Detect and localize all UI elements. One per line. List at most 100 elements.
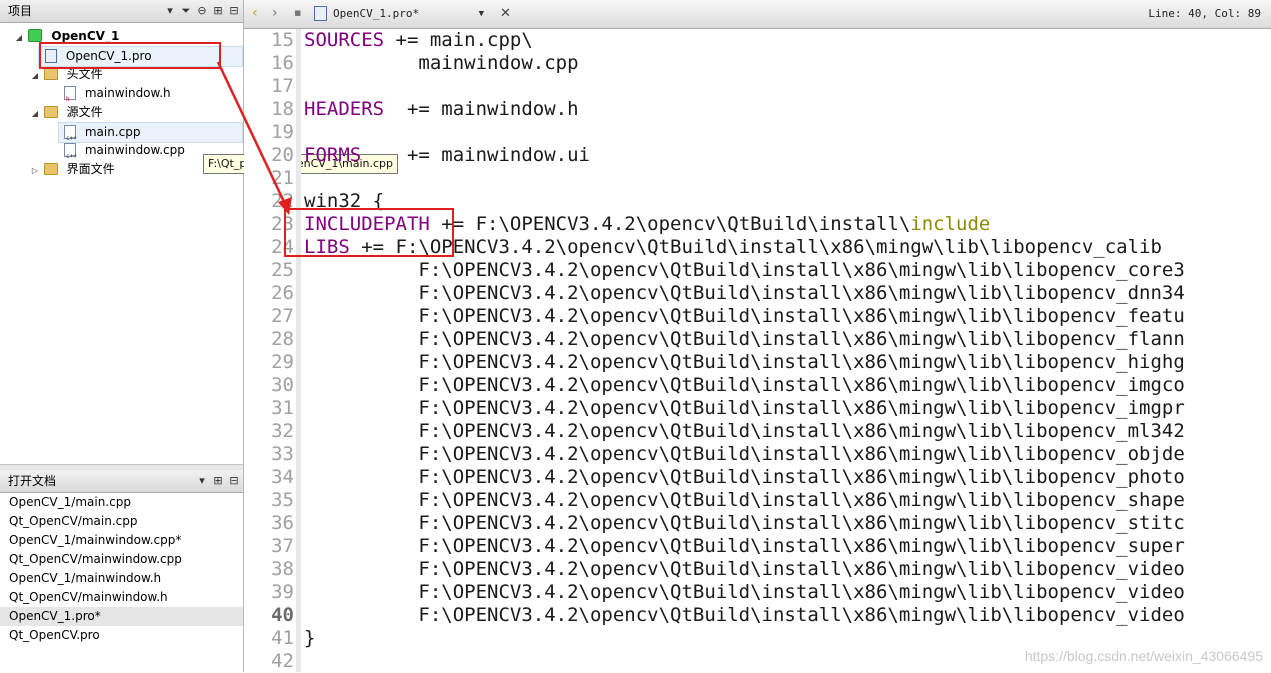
close-panel-icon[interactable]: ⊟ xyxy=(229,470,239,492)
open-docs-title: 打开文档 xyxy=(8,474,57,488)
fold-margin[interactable] xyxy=(296,29,301,672)
code-line: F:\OPENCV3.4.2\opencv\QtBuild\install\x8… xyxy=(304,604,1185,627)
line-number: 41 xyxy=(271,627,294,649)
code-line: F:\OPENCV3.4.2\opencv\QtBuild\install\x8… xyxy=(304,397,1185,420)
open-documents-list: OpenCV_1/main.cpp Qt_OpenCV/main.cpp OpenC… xyxy=(0,493,243,645)
open-document-item[interactable]: Qt_OpenCV/mainwindow.cpp xyxy=(0,550,243,569)
tree-item-label: main.cpp xyxy=(84,125,141,139)
file-selector[interactable]: OpenCV_1.pro* ▼ xyxy=(314,4,494,24)
line-number-gutter: 15 16 17 18 19 20 21 22 23 24 25 26 27 28 29 30 31 32 33 34… xyxy=(244,29,296,672)
project-tree: ◢ OpenCV_1 OpenCV_1.pro ◢ 头文件 h mainwind… xyxy=(0,23,243,463)
code-text: F:\OPENCV3.4.2\opencv\QtBuild\install\x8… xyxy=(304,512,1185,534)
cpp-file-icon: c++ xyxy=(64,124,77,142)
editor-toolbar: ‹ › ▪ OpenCV_1.pro* ▼ ✕ Line: 40, Col: 8… xyxy=(244,0,1271,29)
code-text: } xyxy=(304,627,316,649)
folder-icon xyxy=(43,162,58,175)
code-text: += main.cpp\ xyxy=(384,29,533,51)
open-docs-tools: ▾ ⊞ ⊟ xyxy=(197,470,239,492)
code-keyword: FORMS xyxy=(304,144,362,166)
line-number: 38 xyxy=(271,558,294,580)
project-panel-header: 项目 ▾ ⏷ ⊖ ⊞ ⊟ xyxy=(0,0,243,23)
open-document-item[interactable]: OpenCV_1.pro* xyxy=(0,607,243,626)
code-line: FORMS += mainwindow.ui xyxy=(304,144,590,167)
code-line: F:\OPENCV3.4.2\opencv\QtBuild\install\x8… xyxy=(304,305,1184,328)
code-line: F:\OPENCV3.4.2\opencv\QtBuild\install\x8… xyxy=(304,512,1185,535)
line-number: 29 xyxy=(271,351,294,373)
panel-dropdown-icon[interactable]: ▾ xyxy=(165,0,175,22)
close-panel-icon[interactable]: ⊟ xyxy=(229,0,239,22)
link-icon[interactable]: ⊖ xyxy=(197,0,207,22)
code-line: F:\OPENCV3.4.2\opencv\QtBuild\install\x8… xyxy=(304,489,1184,512)
tree-item-main-cpp[interactable]: c++ main.cpp xyxy=(58,122,243,143)
back-arrow-icon[interactable]: ‹ xyxy=(252,4,258,22)
code-text: F:\OPENCV3.4.2\opencv\QtBuild\install\x8… xyxy=(304,259,1185,281)
code-line: F:\OPENCV3.4.2\opencv\QtBuild\install\x8… xyxy=(304,282,1185,305)
code-keyword: HEADERS xyxy=(304,98,385,120)
tree-item-label: mainwindow.cpp xyxy=(84,143,185,157)
split-icon[interactable]: ⊞ xyxy=(213,470,223,492)
code-text: += mainwindow.h xyxy=(384,98,579,120)
tree-item-sources-folder[interactable]: ◢ 源文件 xyxy=(30,103,103,122)
code-builtin: include xyxy=(910,213,991,235)
open-document-item[interactable]: Qt_OpenCV/mainwindow.h xyxy=(0,588,243,607)
code-text: F:\OPENCV3.4.2\opencv\QtBuild\install\x8… xyxy=(304,328,1185,350)
code-line: F:\OPENCV3.4.2\opencv\QtBuild\install\x8… xyxy=(304,535,1184,558)
code-text: F:\OPENCV3.4.2\opencv\QtBuild\install\x8… xyxy=(304,351,1185,373)
code-line: F:\OPENCV3.4.2\opencv\QtBuild\install\x8… xyxy=(304,581,1184,604)
line-number: 20 xyxy=(271,144,294,166)
line-number: 26 xyxy=(271,282,294,304)
code-text: F:\OPENCV3.4.2\opencv\QtBuild\install\x8… xyxy=(304,282,1185,304)
tree-item-label: OpenCV_1 xyxy=(51,29,120,43)
line-number: 39 xyxy=(271,581,294,603)
code-line: F:\OPENCV3.4.2\opencv\QtBuild\install\x8… xyxy=(304,443,1184,466)
code-editor[interactable]: SOURCES += main.cpp\ mainwindow.cpp HEADE… xyxy=(304,29,1271,672)
header-file-icon: h xyxy=(64,85,76,103)
line-number: 30 xyxy=(271,374,294,396)
open-document-item[interactable]: Qt_OpenCV.pro xyxy=(0,626,243,645)
line-number: 16 xyxy=(271,52,294,74)
line-number: 34 xyxy=(271,466,294,488)
code-text: F:\OPENCV3.4.2\opencv\QtBuild\install\x8… xyxy=(304,397,1185,419)
code-text: F:\OPENCV3.4.2\opencv\QtBuild\install\x8… xyxy=(304,604,1185,626)
lock-icon: ▪ xyxy=(294,6,302,19)
line-number: 40 xyxy=(271,604,294,626)
collapse-arrow-icon[interactable]: ▷ xyxy=(30,161,40,180)
open-document-item[interactable]: Qt_OpenCV/main.cpp xyxy=(0,512,243,531)
file-tab-label: OpenCV_1.pro* xyxy=(333,7,420,20)
folder-icon xyxy=(43,67,58,80)
line-number: 31 xyxy=(271,397,294,419)
annotation-box-includepath xyxy=(284,208,454,257)
close-icon[interactable]: ✕ xyxy=(500,6,511,21)
line-number: 33 xyxy=(271,443,294,465)
tree-item-label: 头文件 xyxy=(66,67,103,81)
line-number: 18 xyxy=(271,98,294,120)
cpp-file-icon: c++ xyxy=(64,142,77,160)
expand-arrow-icon[interactable]: ◢ xyxy=(30,104,40,123)
folder-icon xyxy=(43,105,58,118)
line-number: 35 xyxy=(271,489,294,511)
code-line: F:\OPENCV3.4.2\opencv\QtBuild\install\x8… xyxy=(304,466,1184,489)
open-document-item[interactable]: OpenCV_1/mainwindow.cpp* xyxy=(0,531,243,550)
tree-item-mainwindow-h[interactable]: h mainwindow.h xyxy=(64,84,171,103)
code-text: F:\OPENCV3.4.2\opencv\QtBuild\install\x8… xyxy=(304,558,1185,580)
line-number: 42 xyxy=(271,650,294,672)
left-sidebar: 项目 ▾ ⏷ ⊖ ⊞ ⊟ ◢ OpenCV_1 OpenCV_1.pro ◢ 头… xyxy=(0,0,244,672)
line-number: 36 xyxy=(271,512,294,534)
open-document-item[interactable]: OpenCV_1/mainwindow.h xyxy=(0,569,243,588)
forward-arrow-icon[interactable]: › xyxy=(272,4,278,22)
open-document-item[interactable]: OpenCV_1/main.cpp xyxy=(0,493,243,512)
chevron-down-icon[interactable]: ▼ xyxy=(479,4,484,24)
code-line: HEADERS += mainwindow.h xyxy=(304,98,579,121)
tree-item-forms-folder[interactable]: ▷ 界面文件 xyxy=(30,160,115,179)
filter-icon[interactable]: ⏷ xyxy=(181,0,191,22)
line-number: 15 xyxy=(271,29,294,51)
tree-item-mainwindow-cpp[interactable]: c++ mainwindow.cpp xyxy=(64,141,185,160)
tree-item-label: mainwindow.h xyxy=(84,86,171,100)
panel-dropdown-icon[interactable]: ▾ xyxy=(197,470,207,492)
line-number: 25 xyxy=(271,259,294,281)
split-icon[interactable]: ⊞ xyxy=(213,0,223,22)
code-text: mainwindow.cpp xyxy=(304,52,579,74)
expand-arrow-icon[interactable]: ◢ xyxy=(14,28,24,47)
open-docs-header: 打开文档 ▾ ⊞ ⊟ xyxy=(0,470,243,493)
line-number: 28 xyxy=(271,328,294,350)
